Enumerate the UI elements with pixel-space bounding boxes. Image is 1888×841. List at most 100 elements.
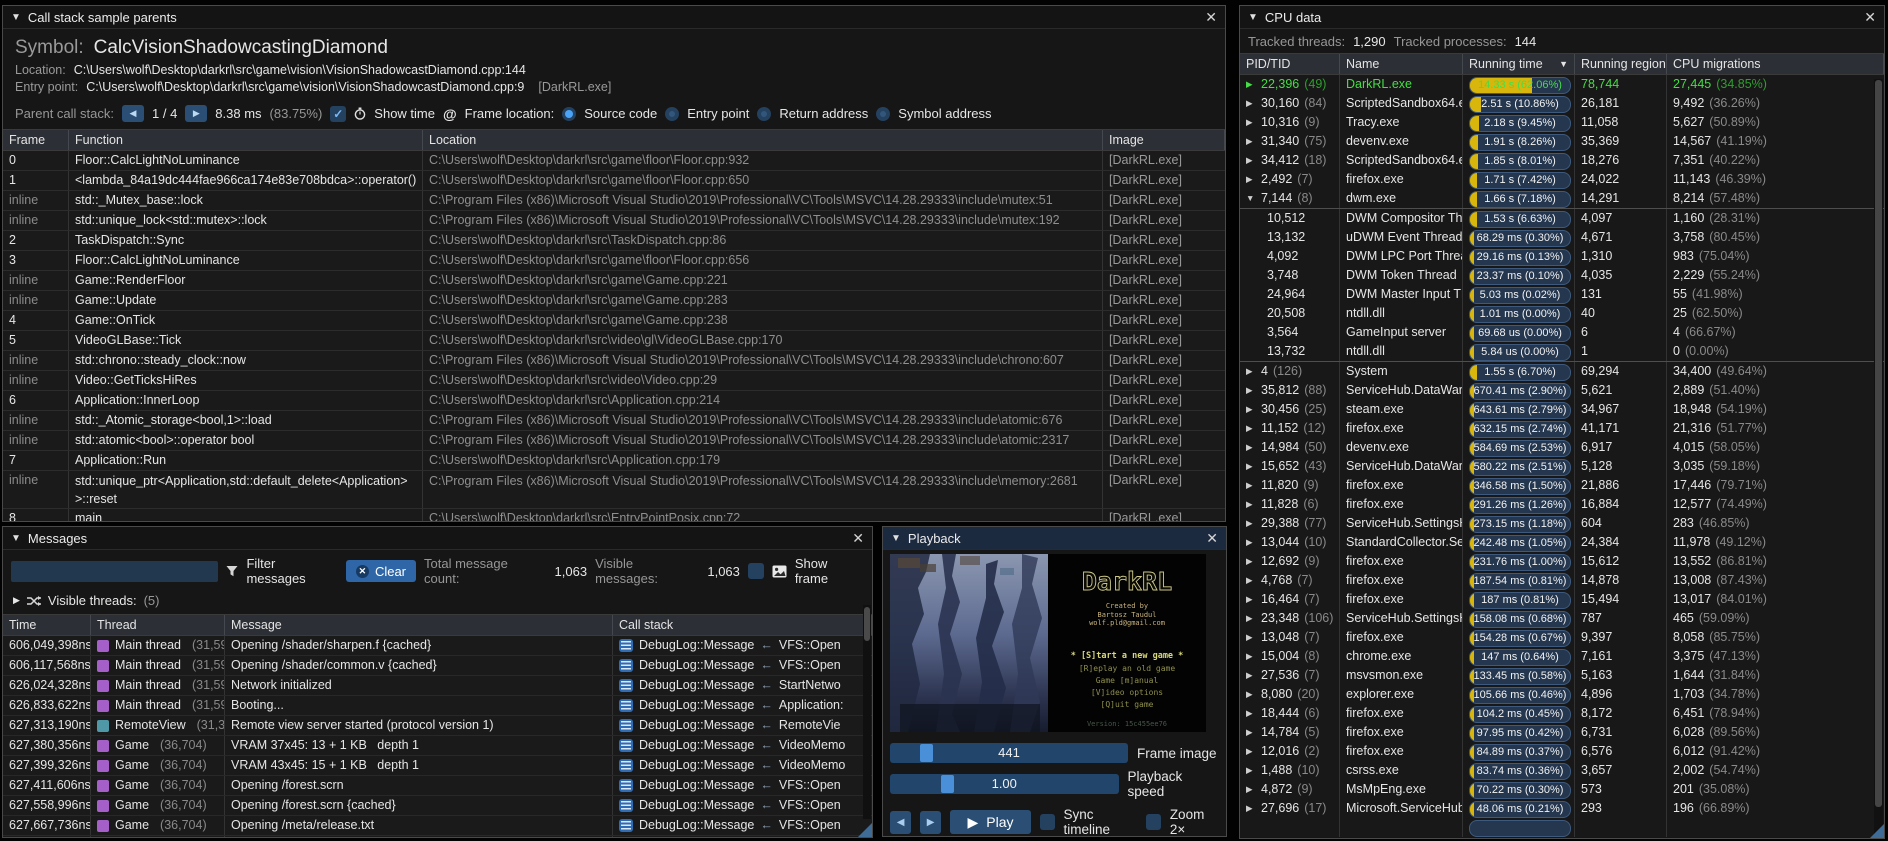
callstack-cell[interactable]: DebugLog::Message←RemoteVie — [613, 716, 872, 735]
expand-arrow-icon[interactable]: ▶ — [1246, 628, 1261, 647]
callstack-cell[interactable]: DebugLog::Message←VFS::Open — [613, 816, 872, 835]
expand-arrow-icon[interactable]: ▶ — [1246, 647, 1261, 666]
message-row[interactable]: 627,399,326nsGame(36,704)VRAM 43x45: 15 … — [3, 756, 872, 776]
cpu-row[interactable]: ▶4,768(7)firefox.exe187.54 ms (0.81%)14,… — [1240, 571, 1884, 590]
next-stack-button[interactable]: ▶ — [185, 105, 207, 122]
cpu-row[interactable]: ▶8,080(20)explorer.exe105.66 ms (0.46%)4… — [1240, 685, 1884, 704]
cpu-row[interactable]: 3,748DWM Token Thread23.37 ms (0.10%)4,0… — [1240, 266, 1884, 285]
cpu-row[interactable]: ▶23,348(106)ServiceHub.SettingsHost158.0… — [1240, 609, 1884, 628]
callstack-row[interactable]: 5VideoGLBase::TickC:\Users\wolf\Desktop\… — [3, 331, 1225, 351]
message-row[interactable]: 627,380,356nsGame(36,704)VRAM 37x45: 13 … — [3, 736, 872, 756]
expand-arrow-icon[interactable]: ▶ — [1246, 685, 1261, 704]
cpu-row[interactable]: ▶27,536(7)msvsmon.exe133.45 ms (0.58%)5,… — [1240, 666, 1884, 685]
callstack-list-icon[interactable] — [619, 699, 633, 712]
callstack-row[interactable]: 2TaskDispatch::SyncC:\Users\wolf\Desktop… — [3, 231, 1225, 251]
cpu-row[interactable]: ▶13,044(10)StandardCollector.Servic242.4… — [1240, 533, 1884, 552]
cpu-row[interactable]: ▶1,488(10)csrss.exe83.74 ms (0.36%)3,657… — [1240, 761, 1884, 780]
message-row[interactable]: 627,831,246nsGame(36,704)Intro menu load… — [3, 836, 872, 838]
expand-arrow-icon[interactable]: ▶ — [1246, 590, 1261, 609]
radio-symbol-address[interactable] — [876, 107, 890, 121]
message-row[interactable]: 627,313,190nsRemoteView(31,392)Remote vi… — [3, 716, 872, 736]
callstack-row[interactable]: 7Application::RunC:\Users\wolf\Desktop\d… — [3, 451, 1225, 471]
col-image[interactable]: Image — [1103, 130, 1225, 150]
callstack-row[interactable]: 6Application::InnerLoopC:\Users\wolf\Des… — [3, 391, 1225, 411]
callstack-cell[interactable]: DebugLog::Message←VFS::Open — [613, 636, 872, 655]
messages-scrollbar[interactable] — [863, 605, 871, 819]
cpu-row[interactable]: ▶4,872(9)MsMpEng.exe70.22 ms (0.30%)5732… — [1240, 780, 1884, 799]
message-row[interactable]: 626,833,622nsMain thread(31,596)Booting.… — [3, 696, 872, 716]
cpu-titlebar[interactable]: ▼ CPU data ✕ — [1240, 6, 1884, 29]
callstack-row[interactable]: inlinestd::unique_ptr<Application,std::d… — [3, 471, 1225, 509]
collapse-icon[interactable]: ▼ — [11, 533, 21, 544]
playback-speed-slider[interactable]: 1.00 — [890, 774, 1119, 794]
visible-threads-row[interactable]: ▶ Visible threads: (5) — [3, 591, 872, 614]
col-callstack[interactable]: Call stack — [613, 615, 872, 635]
expand-arrow-icon[interactable]: ▶ — [1246, 514, 1261, 533]
expand-arrow-icon[interactable]: ▶ — [1246, 132, 1261, 151]
callstack-cell[interactable]: DebugLog::Message←VFS::Open — [613, 796, 872, 815]
callstack-list-icon[interactable] — [619, 679, 633, 692]
cpu-row[interactable]: ▶12,692(9)firefox.exe231.76 ms (1.00%)15… — [1240, 552, 1884, 571]
cpu-row[interactable]: ▶11,152(12)firefox.exe632.15 ms (2.74%)4… — [1240, 419, 1884, 438]
cpu-row[interactable]: ▶29,388(77)ServiceHub.SettingsHost273.15… — [1240, 514, 1884, 533]
cpu-row[interactable]: 24,964DWM Master Input Threa5.03 ms (0.0… — [1240, 285, 1884, 304]
callstack-cell[interactable]: DebugLog::Message←IntroMenu:: — [613, 836, 872, 838]
close-icon[interactable]: ✕ — [1864, 10, 1876, 24]
callstack-cell[interactable]: DebugLog::Message←VideoMemo — [613, 736, 872, 755]
cpu-row[interactable]: 10,512DWM Compositor Thread1.53 s (6.63%… — [1240, 208, 1884, 228]
cpu-row[interactable]: ▶10,316(9)Tracy.exe2.18 s (9.45%)11,0585… — [1240, 113, 1884, 132]
radio-entry-point[interactable] — [665, 107, 679, 121]
resize-grip[interactable] — [858, 823, 872, 837]
callstack-titlebar[interactable]: ▼ Call stack sample parents ✕ — [3, 6, 1225, 29]
sync-timeline-checkbox[interactable]: ✓ — [1040, 814, 1055, 830]
cpu-row[interactable]: 3,564GameInput server69.68 us (0.00%)64(… — [1240, 323, 1884, 342]
collapse-icon[interactable]: ▼ — [1248, 12, 1258, 23]
col-frame[interactable]: Frame — [3, 130, 69, 150]
callstack-row[interactable]: inlineVideo::GetTicksHiResC:\Users\wolf\… — [3, 371, 1225, 391]
callstack-row[interactable]: inlineGame::UpdateC:\Users\wolf\Desktop\… — [3, 291, 1225, 311]
callstack-row[interactable]: inlineGame::RenderFloorC:\Users\wolf\Des… — [3, 271, 1225, 291]
cpu-row[interactable]: ▶14,984(50)devenv.exe584.69 ms (2.53%)6,… — [1240, 438, 1884, 457]
play-button[interactable]: ▶Play — [950, 810, 1031, 834]
radio-entry-point-label[interactable]: Entry point — [687, 106, 749, 121]
callstack-cell[interactable]: DebugLog::Message←VideoMemo — [613, 756, 872, 775]
col-pid-tid[interactable]: PID/TID — [1240, 54, 1340, 74]
radio-source-code-label[interactable]: Source code — [584, 106, 657, 121]
callstack-row[interactable]: 4Game::OnTickC:\Users\wolf\Desktop\darkr… — [3, 311, 1225, 331]
expand-arrow-icon[interactable]: ▶ — [1246, 571, 1261, 590]
collapse-icon[interactable]: ▼ — [11, 12, 21, 23]
callstack-list-icon[interactable] — [619, 779, 633, 792]
cpu-row[interactable]: ▶15,652(43)ServiceHub.DataWareho580.22 m… — [1240, 457, 1884, 476]
cpu-row[interactable]: ▶12,016(2)firefox.exe84.89 ms (0.37%)6,5… — [1240, 742, 1884, 761]
prev-stack-button[interactable]: ◀ — [122, 105, 144, 122]
cpu-row[interactable]: ▶11,820(9)firefox.exe346.58 ms (1.50%)21… — [1240, 476, 1884, 495]
callstack-row[interactable]: 3Floor::CalcLightNoLuminanceC:\Users\wol… — [3, 251, 1225, 271]
callstack-list-icon[interactable] — [619, 799, 633, 812]
expand-arrow-icon[interactable]: ▶ — [1246, 170, 1261, 189]
callstack-row[interactable]: inlinestd::unique_lock<std::mutex>::lock… — [3, 211, 1225, 231]
next-frame-button[interactable]: ▶ — [920, 811, 941, 834]
callstack-row[interactable]: inlinestd::chrono::steady_clock::nowC:\P… — [3, 351, 1225, 371]
callstack-row[interactable]: 8mainC:\Users\wolf\Desktop\darkrl\src\En… — [3, 509, 1225, 522]
expand-icon[interactable]: ▶ — [13, 595, 20, 606]
collapse-arrow-icon[interactable]: ▼ — [1246, 189, 1261, 208]
expand-arrow-icon[interactable]: ▶ — [1246, 723, 1261, 742]
col-function[interactable]: Function — [69, 130, 423, 150]
cpu-row[interactable]: ▼7,144(8)dwm.exe1.66 s (7.18%)14,2918,21… — [1240, 189, 1884, 208]
cpu-row[interactable]: ▶22,396(49)DarkRL.exe14.33 s (62.06%)78,… — [1240, 75, 1884, 94]
show-time-checkbox[interactable]: ✓ — [330, 106, 346, 122]
callstack-row[interactable]: inlinestd::_Mutex_base::lockC:\Program F… — [3, 191, 1225, 211]
expand-arrow-icon[interactable]: ▶ — [1246, 666, 1261, 685]
close-icon[interactable]: ✕ — [852, 531, 864, 545]
cpu-row[interactable]: ▶34,412(18)ScriptedSandbox64.exe1.85 s (… — [1240, 151, 1884, 170]
expand-arrow-icon[interactable]: ▶ — [1246, 704, 1261, 723]
callstack-list-icon[interactable] — [619, 719, 633, 732]
cpu-row[interactable]: ▶18,444(6)firefox.exe104.2 ms (0.45%)8,1… — [1240, 704, 1884, 723]
cpu-row[interactable]: ▶27,696(17)Microsoft.ServiceHub.Co48.06 … — [1240, 799, 1884, 818]
cpu-row[interactable]: 20,508ntdll.dll1.01 ms (0.00%)4025(62.50… — [1240, 304, 1884, 323]
expand-arrow-icon[interactable]: ▶ — [1246, 94, 1261, 113]
cpu-row[interactable]: ▶11,828(6)firefox.exe291.26 ms (1.26%)16… — [1240, 495, 1884, 514]
cpu-row[interactable]: ▶15,004(8)chrome.exe147 ms (0.64%)7,1613… — [1240, 647, 1884, 666]
cpu-row[interactable]: ▶35,812(88)ServiceHub.DataWareho670.41 m… — [1240, 381, 1884, 400]
scrollbar-thumb[interactable] — [864, 607, 870, 641]
